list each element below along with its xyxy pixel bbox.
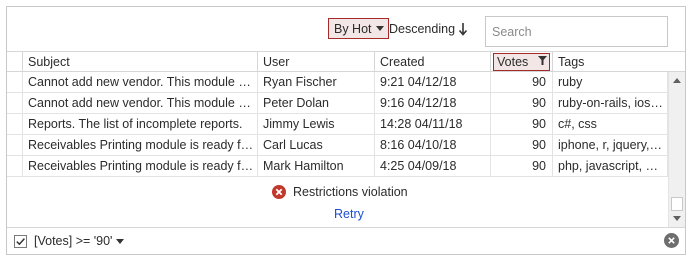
table-row[interactable]: Cannot add new vendor. This module doesn… xyxy=(7,93,685,114)
cell-created[interactable]: 9:21 04/12/18 xyxy=(375,72,491,92)
cell-user[interactable]: Peter Dolan xyxy=(258,93,375,113)
filter-panel: [Votes] >= '90' xyxy=(7,227,685,254)
filter-enable-checkbox[interactable] xyxy=(14,235,27,248)
cell-tags[interactable]: c#, css xyxy=(553,114,668,134)
cell-votes[interactable]: 90 xyxy=(491,135,553,155)
data-grid: By Hot Descending Search Subject User Cr… xyxy=(6,6,686,255)
scroll-up-icon[interactable] xyxy=(673,78,681,83)
cell-tags[interactable]: ruby xyxy=(553,72,668,92)
header-votes[interactable]: Votes xyxy=(491,52,553,72)
cell-votes[interactable]: 90 xyxy=(491,93,553,113)
header-created-label: Created xyxy=(380,55,425,69)
cell-votes[interactable]: 90 xyxy=(491,156,553,176)
table-row[interactable]: Receivables Printing module is ready for… xyxy=(7,156,685,177)
sort-order-button[interactable]: Descending xyxy=(389,19,468,39)
header-created[interactable]: Created xyxy=(375,52,491,72)
scroll-down-icon[interactable] xyxy=(673,216,681,221)
header-user[interactable]: User xyxy=(258,52,375,72)
header-gutter xyxy=(7,52,23,72)
table-row[interactable]: Receivables Printing module is ready for… xyxy=(7,135,685,156)
table-row[interactable]: Cannot add new vendor. This module doesn… xyxy=(7,72,685,93)
row-indicator xyxy=(7,135,23,155)
sort-by-label: By Hot xyxy=(334,21,372,36)
cell-subject[interactable]: Receivables Printing module is ready for… xyxy=(23,156,258,176)
error-message-text: Restrictions violation xyxy=(293,185,408,199)
error-icon xyxy=(272,185,286,199)
cell-created[interactable]: 8:16 04/10/18 xyxy=(375,135,491,155)
clear-filter-icon[interactable] xyxy=(664,233,679,248)
scrollbar-thumb[interactable] xyxy=(671,197,683,211)
cell-user[interactable]: Mark Hamilton xyxy=(258,156,375,176)
cell-tags[interactable]: php, javascript, html xyxy=(553,156,668,176)
toolbar: By Hot Descending Search xyxy=(7,7,685,51)
filter-expression-dropdown[interactable]: [Votes] >= '90' xyxy=(34,234,125,248)
column-header-row: Subject User Created Votes Tags xyxy=(7,51,685,72)
table-row[interactable]: Reports. The list of incomplete reports.… xyxy=(7,114,685,135)
cell-subject[interactable]: Receivables Printing module is ready for… xyxy=(23,135,258,155)
header-tags[interactable]: Tags xyxy=(553,52,685,72)
cell-subject[interactable]: Cannot add new vendor. This module doesn… xyxy=(23,93,258,113)
filter-expression: [Votes] >= '90' xyxy=(34,234,113,248)
retry-link[interactable]: Retry xyxy=(334,207,364,221)
header-subject-label: Subject xyxy=(28,55,70,69)
header-user-label: User xyxy=(263,55,290,69)
cell-votes[interactable]: 90 xyxy=(491,114,553,134)
cell-created[interactable]: 4:25 04/09/18 xyxy=(375,156,491,176)
cell-user[interactable]: Ryan Fischer xyxy=(258,72,375,92)
search-input[interactable]: Search xyxy=(485,16,668,47)
cell-user[interactable]: Carl Lucas xyxy=(258,135,375,155)
cell-votes[interactable]: 90 xyxy=(491,72,553,92)
filter-icon[interactable] xyxy=(538,56,547,65)
cell-tags[interactable]: ruby-on-rails, ios, java xyxy=(553,93,668,113)
vertical-scrollbar[interactable] xyxy=(668,72,685,227)
header-votes-highlight: Votes xyxy=(493,53,550,71)
row-indicator xyxy=(7,114,23,134)
cell-tags[interactable]: iphone, r, jquery, rails xyxy=(553,135,668,155)
error-area: Restrictions violation Retry xyxy=(7,177,667,227)
row-indicator xyxy=(7,156,23,176)
header-subject[interactable]: Subject xyxy=(23,52,258,72)
header-votes-label: Votes xyxy=(497,55,529,69)
error-message: Restrictions violation xyxy=(272,185,408,199)
grid-rows: Cannot add new vendor. This module doesn… xyxy=(7,72,685,177)
sort-order-label: Descending xyxy=(389,22,456,36)
cell-user[interactable]: Jimmy Lewis xyxy=(258,114,375,134)
row-indicator xyxy=(7,93,23,113)
sort-by-dropdown[interactable]: By Hot xyxy=(328,18,389,39)
arrow-down-icon xyxy=(458,23,468,36)
checkmark-icon xyxy=(16,238,25,246)
chevron-down-icon xyxy=(116,238,125,244)
cell-subject[interactable]: Cannot add new vendor. This module doesn… xyxy=(23,72,258,92)
cell-subject[interactable]: Reports. The list of incomplete reports. xyxy=(23,114,258,134)
cell-created[interactable]: 9:16 04/12/18 xyxy=(375,93,491,113)
cell-created[interactable]: 14:28 04/11/18 xyxy=(375,114,491,134)
search-placeholder: Search xyxy=(492,24,532,39)
chevron-down-icon xyxy=(375,26,384,31)
row-indicator xyxy=(7,72,23,92)
header-tags-label: Tags xyxy=(558,55,585,69)
